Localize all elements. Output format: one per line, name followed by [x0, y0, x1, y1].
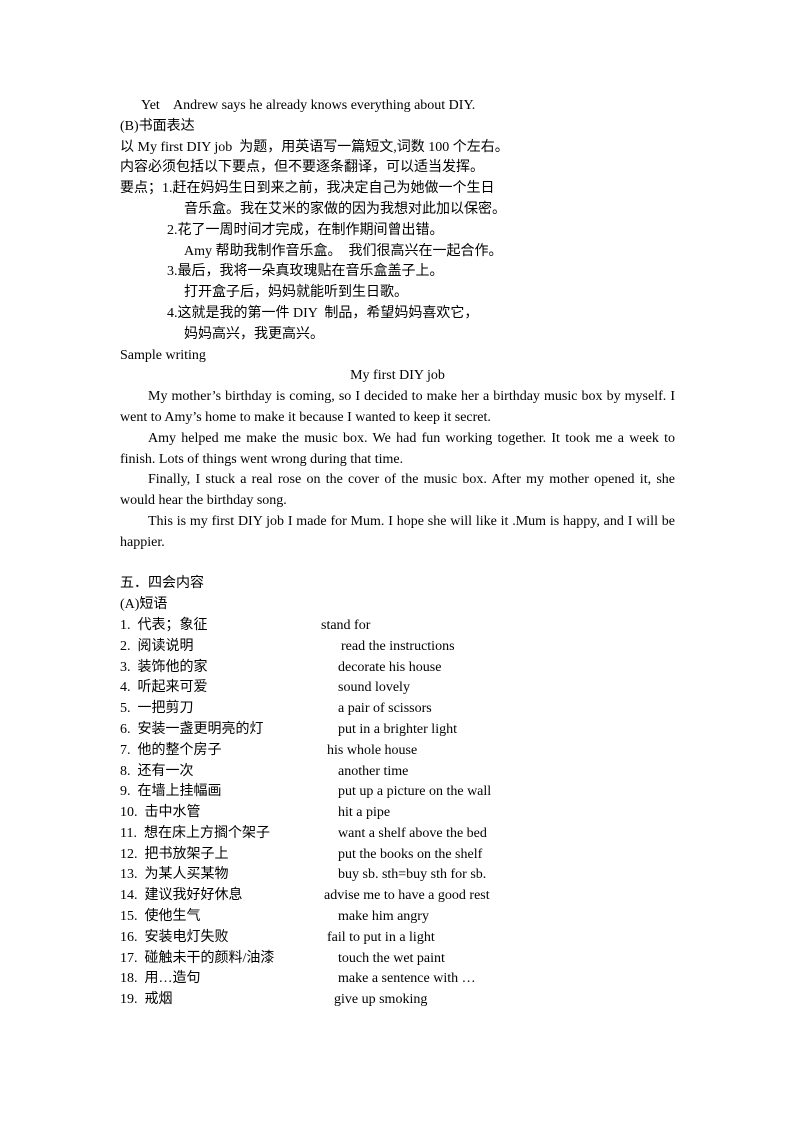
phrase-english: make a sentence with …	[338, 971, 476, 987]
phrase-item: 1. 代表；象征 stand for	[120, 616, 675, 637]
phrase-chinese: 6. 安装一盏更明亮的灯	[120, 721, 264, 737]
sample-paragraph: This is my first DIY job I made for Mum.…	[120, 513, 675, 550]
phrase-chinese: 3. 装饰他的家	[120, 659, 208, 675]
phrase-item: 6. 安装一盏更明亮的灯 put in a brighter light	[120, 720, 675, 741]
phrase-chinese: 19. 戒烟	[120, 992, 173, 1008]
point-line: 3.最后，我将一朵真玫瑰贴在音乐盒盖子上。	[167, 264, 444, 280]
point-line: 音乐盒。我在艾米的家做的因为我想对此加以保密。	[184, 201, 506, 217]
phrase-english: buy sb. sth=buy sth for sb.	[338, 867, 487, 883]
phrase-item: 13. 为某人买某物 buy sb. sth=buy sth for sb.	[120, 865, 675, 886]
sample-paragraph: Finally, I stuck a real rose on the cove…	[120, 472, 675, 509]
phrase-item: 10. 击中水管 hit a pipe	[120, 803, 675, 824]
phrase-english: touch the wet paint	[338, 950, 445, 966]
phrase-chinese: 8. 还有一次	[120, 763, 194, 779]
phrase-english: make him angry	[338, 909, 429, 925]
phrase-item: 15. 使他生气 make him angry	[120, 907, 675, 928]
instruction-line: 以 My first DIY job 为题，用英语写一篇短文,词数 100 个左…	[120, 139, 509, 155]
phrase-english: hit a pipe	[338, 805, 391, 821]
phrase-english: put up a picture on the wall	[338, 784, 492, 800]
points-list: 要点；1.赶在妈妈生日到来之前，我决定自己为她做一个生日音乐盒。我在艾米的家做的…	[120, 179, 675, 345]
point-line: 打开盒子后，妈妈就能听到生日歌。	[184, 285, 408, 301]
phrase-english: sound lovely	[338, 680, 410, 696]
sample-label: Sample writing	[120, 347, 206, 363]
phrases-heading: (A)短语	[120, 597, 168, 613]
phrase-english: want a shelf above the bed	[338, 825, 487, 841]
section-5-heading: 五．四会内容	[120, 576, 204, 592]
phrase-item: 2. 阅读说明 read the instructions	[120, 637, 675, 658]
phrase-chinese: 9. 在墙上挂幅画	[120, 784, 222, 800]
phrase-item: 18. 用…造句 make a sentence with …	[120, 969, 675, 990]
phrase-chinese: 12. 把书放架子上	[120, 846, 229, 862]
point-line: 2.花了一周时间才完成，在制作期间曾出错。	[167, 222, 444, 238]
phrase-english: fail to put in a light	[327, 929, 435, 945]
section-b-heading: (B)书面表达	[120, 118, 195, 134]
phrase-item: 16. 安装电灯失败 fail to put in a light	[120, 928, 675, 949]
phrase-chinese: 16. 安装电灯失败	[120, 929, 229, 945]
phrase-chinese: 13. 为某人买某物	[120, 867, 229, 883]
phrase-item: 3. 装饰他的家 decorate his house	[120, 658, 675, 679]
phrase-item: 5. 一把剪刀 a pair of scissors	[120, 699, 675, 720]
phrase-english: his whole house	[327, 742, 418, 758]
phrase-chinese: 10. 击中水管	[120, 805, 201, 821]
phrase-chinese: 4. 听起来可爱	[120, 680, 208, 696]
phrase-english: a pair of scissors	[338, 701, 432, 717]
phrase-chinese: 5. 一把剪刀	[120, 701, 194, 717]
sample-title: My first DIY job	[350, 368, 445, 384]
phrase-item: 9. 在墙上挂幅画 put up a picture on the wall	[120, 782, 675, 803]
phrase-item: 4. 听起来可爱 sound lovely	[120, 678, 675, 699]
phrase-english: give up smoking	[334, 992, 428, 1008]
point-line: 4.这就是我的第一件 DIY 制品，希望妈妈喜欢它，	[167, 305, 479, 321]
phrase-item: 8. 还有一次 another time	[120, 762, 675, 783]
phrase-chinese: 14. 建议我好好休息	[120, 888, 243, 904]
phrase-chinese: 11. 想在床上方搁个架子	[120, 825, 270, 841]
phrase-chinese: 7. 他的整个房子	[120, 742, 222, 758]
document-page: Yet Andrew says he already knows everyth…	[120, 96, 675, 1011]
phrase-english: advise me to have a good rest	[324, 888, 490, 904]
phrase-english: stand for	[321, 617, 371, 633]
phrase-item: 19. 戒烟 give up smoking	[120, 990, 675, 1011]
phrase-chinese: 1. 代表；象征	[120, 617, 208, 633]
phrase-english: decorate his house	[338, 659, 442, 675]
phrase-english: put the books on the shelf	[338, 846, 483, 862]
phrase-english: another time	[338, 763, 409, 779]
top-line: Yet Andrew says he already knows everyth…	[141, 98, 476, 113]
sample-paragraph: My mother’s birthday is coming, so I dec…	[120, 389, 675, 425]
phrase-chinese: 17. 碰触未干的颜料/油漆	[120, 950, 275, 966]
sample-paragraph: Amy helped me make the music box. We had…	[120, 430, 675, 467]
instruction-line: 内容必须包括以下要点，但不要逐条翻译，可以适当发挥。	[120, 160, 484, 176]
phrase-item: 14. 建议我好好休息 advise me to have a good rest	[120, 886, 675, 907]
point-line: 妈妈高兴，我更高兴。	[184, 326, 324, 342]
phrase-item: 11. 想在床上方搁个架子 want a shelf above the bed	[120, 824, 675, 845]
phrase-chinese: 18. 用…造句	[120, 971, 201, 987]
phrase-english: put in a brighter light	[338, 721, 457, 737]
phrase-item: 7. 他的整个房子 his whole house	[120, 741, 675, 762]
phrase-chinese: 2. 阅读说明	[120, 638, 194, 654]
point-line: Amy 帮助我制作音乐盒。 我们很高兴在一起合作。	[184, 243, 503, 259]
phrase-item: 17. 碰触未干的颜料/油漆 touch the wet paint	[120, 949, 675, 970]
phrase-chinese: 15. 使他生气	[120, 909, 201, 925]
point-line: 要点；1.赶在妈妈生日到来之前，我决定自己为她做一个生日	[120, 181, 495, 197]
phrase-item: 12. 把书放架子上 put the books on the shelf	[120, 845, 675, 866]
phrase-english: read the instructions	[341, 638, 455, 654]
phrase-list: 1. 代表；象征 stand for 2. 阅读说明 read the instruc…	[120, 616, 675, 1011]
